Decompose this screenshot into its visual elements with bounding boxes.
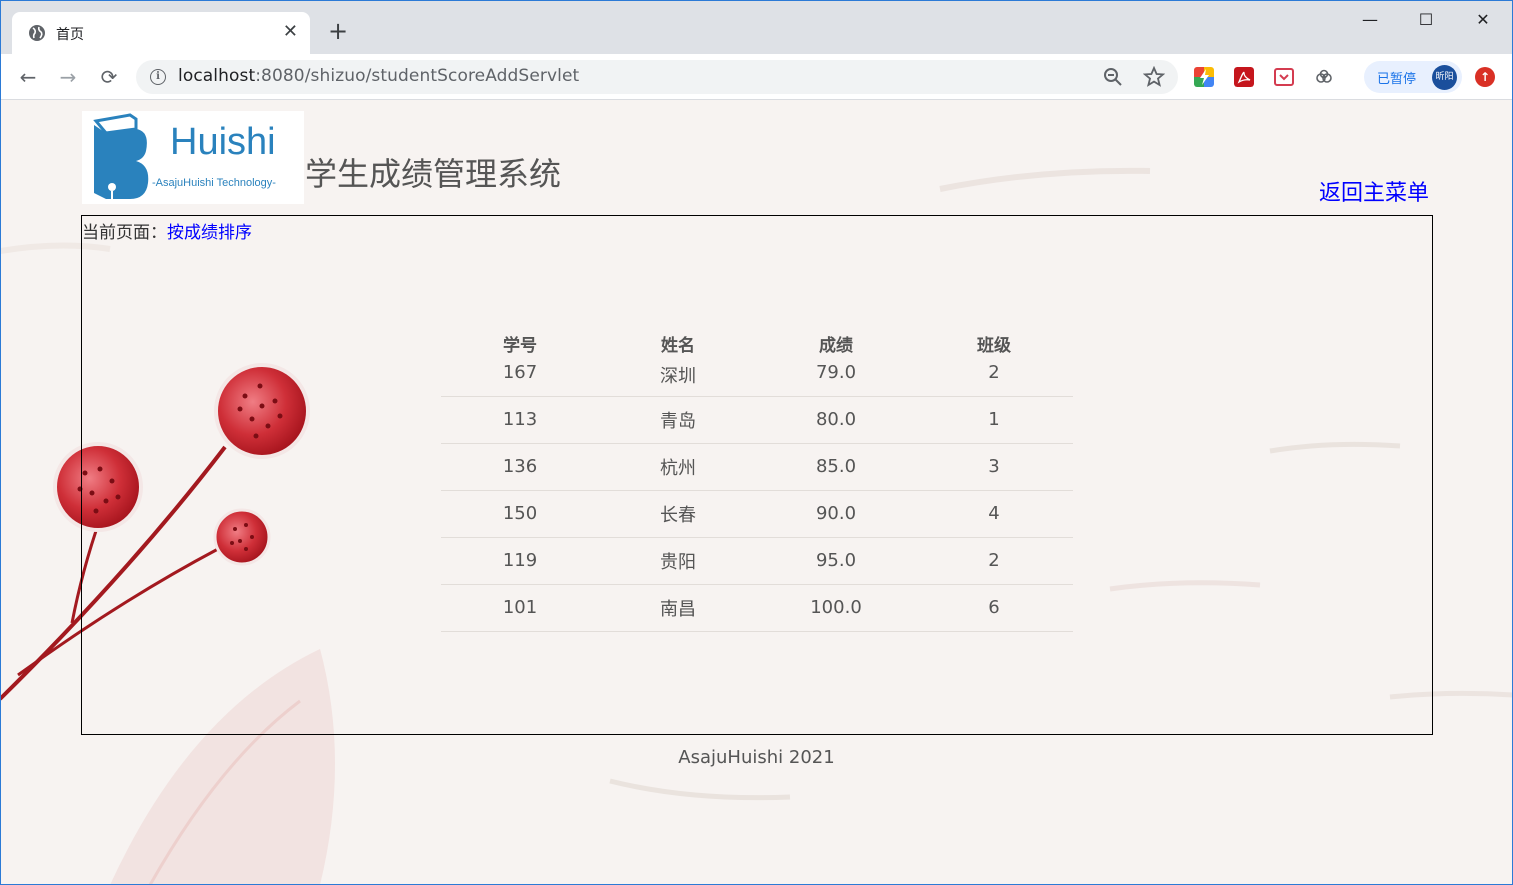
logo-subtext: -AsajuHuishi Technology- (152, 177, 276, 189)
cloud-extension-icon[interactable] (1314, 67, 1334, 87)
cell-name: 深圳 (599, 360, 757, 397)
table-row: 119 贵阳 95.0 2 (441, 537, 1073, 585)
column-header-class: 班级 (977, 336, 1011, 356)
cell-id: 167 (441, 360, 599, 397)
cell-name: 杭州 (599, 443, 757, 491)
cell-class: 6 (915, 584, 1073, 632)
tab-home[interactable]: 首页 ✕ (12, 12, 310, 54)
cell-score: 80.0 (757, 396, 915, 444)
zoom-icon[interactable] (1102, 66, 1124, 88)
content-panel: 当前页面：按成绩排序 学号 姓名 成绩 班级 167 深圳 79.0 2 113… (81, 215, 1433, 735)
logo-text: Huishi (170, 121, 276, 163)
cell-id: 136 (441, 443, 599, 491)
table-row: 113 青岛 80.0 1 (441, 396, 1073, 444)
avatar: 昕阳 (1432, 65, 1457, 90)
cell-id: 150 (441, 490, 599, 538)
cell-class: 4 (915, 490, 1073, 538)
address-bar[interactable]: i localhost:8080/shizuo/studentScoreAddS… (136, 60, 1178, 94)
page-viewport: Huishi -AsajuHuishi Technology- 学生成绩管理系统… (0, 101, 1513, 885)
cell-class: 2 (915, 537, 1073, 585)
forward-arrow-icon[interactable]: → (55, 64, 81, 90)
cell-score: 100.0 (757, 584, 915, 632)
window-close-icon[interactable]: ✕ (1460, 8, 1506, 32)
cell-name: 长春 (599, 490, 757, 538)
maximize-icon[interactable]: ☐ (1403, 8, 1449, 32)
reload-icon[interactable]: ⟳ (96, 64, 122, 90)
profile-status-label: 已暂停 (1377, 72, 1417, 87)
table-header-row: 学号 姓名 成绩 班级 (441, 324, 1073, 360)
score-table: 学号 姓名 成绩 班级 167 深圳 79.0 2 113 青岛 80.0 1 (441, 324, 1073, 632)
cell-name: 贵阳 (599, 537, 757, 585)
extension-colorful-icon[interactable] (1194, 67, 1214, 87)
pdf-extension-icon[interactable] (1234, 67, 1254, 87)
cell-name: 南昌 (599, 584, 757, 632)
cell-score: 85.0 (757, 443, 915, 491)
breadcrumb-current-link[interactable]: 按成绩排序 (167, 223, 252, 243)
close-tab-icon[interactable]: ✕ (283, 22, 298, 42)
table-row: 167 深圳 79.0 2 (441, 360, 1073, 397)
column-header-name: 姓名 (661, 336, 695, 356)
breadcrumb: 当前页面：按成绩排序 (82, 218, 252, 243)
tab-title: 首页 (56, 27, 84, 43)
cell-id: 101 (441, 584, 599, 632)
info-icon[interactable]: i (150, 69, 166, 85)
pocket-extension-icon[interactable] (1274, 67, 1294, 87)
cell-class: 3 (915, 443, 1073, 491)
browser-toolbar: ← → ⟳ i localhost:8080/shizuo/studentSco… (0, 54, 1513, 100)
cell-id: 113 (441, 396, 599, 444)
minimize-icon[interactable]: — (1347, 8, 1393, 32)
table-row: 101 南昌 100.0 6 (441, 584, 1073, 632)
globe-icon (29, 25, 45, 41)
update-arrow-icon[interactable]: ↑ (1475, 67, 1495, 87)
url-text[interactable]: localhost:8080/shizuo/studentScoreAddSer… (178, 66, 579, 86)
cell-id: 119 (441, 537, 599, 585)
column-header-id: 学号 (503, 336, 537, 356)
table-row: 136 杭州 85.0 3 (441, 443, 1073, 491)
page-title: 学生成绩管理系统 (305, 155, 562, 193)
tab-strip: 首页 ✕ + — ☐ ✕ (0, 0, 1513, 54)
profile-button[interactable]: 已暂停 昕阳 (1364, 61, 1462, 93)
cell-score: 90.0 (757, 490, 915, 538)
breadcrumb-prefix: 当前页面： (82, 223, 167, 243)
bookmark-star-icon[interactable] (1143, 66, 1165, 88)
table-row: 150 长春 90.0 4 (441, 490, 1073, 538)
return-main-menu-link[interactable]: 返回主菜单 (1319, 175, 1429, 207)
logo: Huishi -AsajuHuishi Technology- (82, 111, 304, 204)
book-logo-icon (93, 113, 149, 199)
cell-name: 青岛 (599, 396, 757, 444)
footer-text: AsajuHuishi 2021 (678, 747, 835, 768)
cell-class: 2 (915, 360, 1073, 397)
new-tab-icon[interactable]: + (328, 18, 348, 44)
cell-score: 79.0 (757, 360, 915, 397)
back-arrow-icon[interactable]: ← (15, 64, 41, 90)
cell-score: 95.0 (757, 537, 915, 585)
column-header-score: 成绩 (819, 336, 853, 356)
cell-class: 1 (915, 396, 1073, 444)
